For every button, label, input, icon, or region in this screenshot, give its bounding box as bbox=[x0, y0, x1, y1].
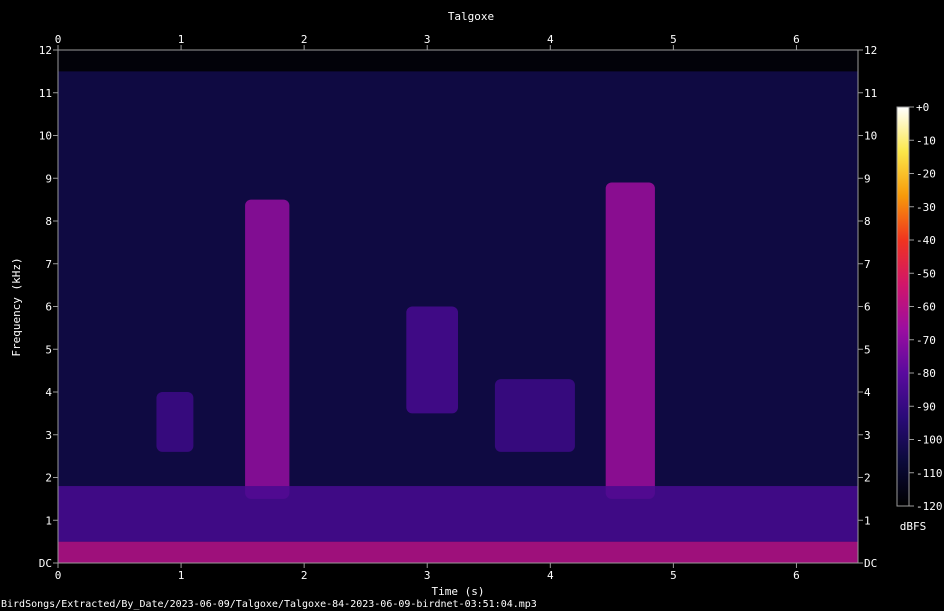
y-tick-label-right: 10 bbox=[864, 130, 877, 143]
x-tick-label-top: 1 bbox=[178, 33, 185, 46]
colorbar-gradient bbox=[897, 107, 909, 506]
x-tick-label-bottom: 4 bbox=[547, 569, 554, 582]
y-tick-label-right: 11 bbox=[864, 87, 877, 100]
y-tick-label-right: 1 bbox=[864, 514, 871, 527]
y-tick-label-left: 8 bbox=[45, 215, 52, 228]
y-tick-label-left: 11 bbox=[39, 87, 52, 100]
colorbar-tick-label: -80 bbox=[916, 367, 936, 380]
y-tick-label-right: 4 bbox=[864, 386, 871, 399]
colorbar-label: dBFS bbox=[900, 520, 927, 533]
signal-region-1 bbox=[245, 199, 290, 499]
signal-region-5 bbox=[58, 486, 858, 542]
colorbar-tick-label: -90 bbox=[916, 400, 936, 413]
x-tick-label-bottom: 6 bbox=[793, 569, 800, 582]
signal-region-7 bbox=[494, 379, 575, 452]
colorbar-tick-label: +0 bbox=[916, 101, 929, 114]
x-tick-label-top: 2 bbox=[301, 33, 308, 46]
x-tick-label-bottom: 0 bbox=[55, 569, 62, 582]
colorbar-tick-label: -120 bbox=[916, 500, 943, 513]
y-tick-label-left: 3 bbox=[45, 429, 52, 442]
y-tick-label-right: DC bbox=[864, 557, 877, 570]
colorbar-tick-label: -70 bbox=[916, 334, 936, 347]
y-tick-label-right: 7 bbox=[864, 258, 871, 271]
file-path: BirdSongs/Extracted/By_Date/2023-06-09/T… bbox=[1, 599, 537, 610]
colorbar-tick-label: -40 bbox=[916, 234, 936, 247]
colorbar-tick-label: -20 bbox=[916, 168, 936, 181]
y-tick-label-left: 9 bbox=[45, 172, 52, 185]
signal-region-6 bbox=[156, 392, 194, 452]
y-tick-label-left: 7 bbox=[45, 258, 52, 271]
x-tick-label-top: 4 bbox=[547, 33, 554, 46]
colorbar-tick-label: -110 bbox=[916, 467, 943, 480]
y-axis-label: Frequency (kHz) bbox=[10, 257, 23, 356]
colorbar-tick-label: -60 bbox=[916, 301, 936, 314]
signal-region-3 bbox=[406, 306, 458, 414]
y-tick-label-right: 8 bbox=[864, 215, 871, 228]
x-tick-label-bottom: 5 bbox=[670, 569, 677, 582]
y-tick-label-left: 4 bbox=[45, 386, 52, 399]
colorbar-tick-label: -30 bbox=[916, 201, 936, 214]
y-tick-label-left: 1 bbox=[45, 514, 52, 527]
y-tick-label-right: 9 bbox=[864, 172, 871, 185]
y-tick-label-left: 5 bbox=[45, 343, 52, 356]
spectrogram-chart: Talgoxe 00112233445566DC DC1 12 23 34 45 56 67 7… bbox=[1, 10, 943, 610]
colorbar-tick-label: -10 bbox=[916, 134, 936, 147]
x-tick-label-top: 5 bbox=[670, 33, 677, 46]
x-axis-label: Time (s) bbox=[432, 585, 485, 598]
x-tick-label-bottom: 1 bbox=[178, 569, 185, 582]
signal-region-4 bbox=[58, 541, 858, 563]
chart-title: Talgoxe bbox=[448, 10, 494, 23]
colorbar-tick-label: -50 bbox=[916, 267, 936, 280]
signal-region-2 bbox=[605, 182, 655, 499]
x-tick-label-top: 3 bbox=[424, 33, 431, 46]
y-tick-label-left: 12 bbox=[39, 44, 52, 57]
x-tick-label-top: 0 bbox=[55, 33, 62, 46]
plot-area bbox=[58, 50, 858, 563]
y-tick-label-right: 6 bbox=[864, 301, 871, 314]
colorbar: +0 -10 -20 -30 -40 -50 -60 -70 -80 -90 -100 -110 -12… bbox=[896, 101, 943, 533]
y-tick-label-left: 2 bbox=[45, 472, 52, 485]
y-tick-label-right: 5 bbox=[864, 343, 871, 356]
x-tick-label-bottom: 2 bbox=[301, 569, 308, 582]
colorbar-tick-label: -100 bbox=[916, 434, 943, 447]
x-tick-label-bottom: 3 bbox=[424, 569, 431, 582]
spectrogram-top-band bbox=[58, 50, 858, 72]
y-tick-label-right: 12 bbox=[864, 44, 877, 57]
x-tick-label-top: 6 bbox=[793, 33, 800, 46]
y-tick-label-left: 6 bbox=[45, 301, 52, 314]
y-tick-label-left: 10 bbox=[39, 130, 52, 143]
y-tick-label-left: DC bbox=[39, 557, 52, 570]
y-tick-label-right: 2 bbox=[864, 472, 871, 485]
y-tick-label-right: 3 bbox=[864, 429, 871, 442]
